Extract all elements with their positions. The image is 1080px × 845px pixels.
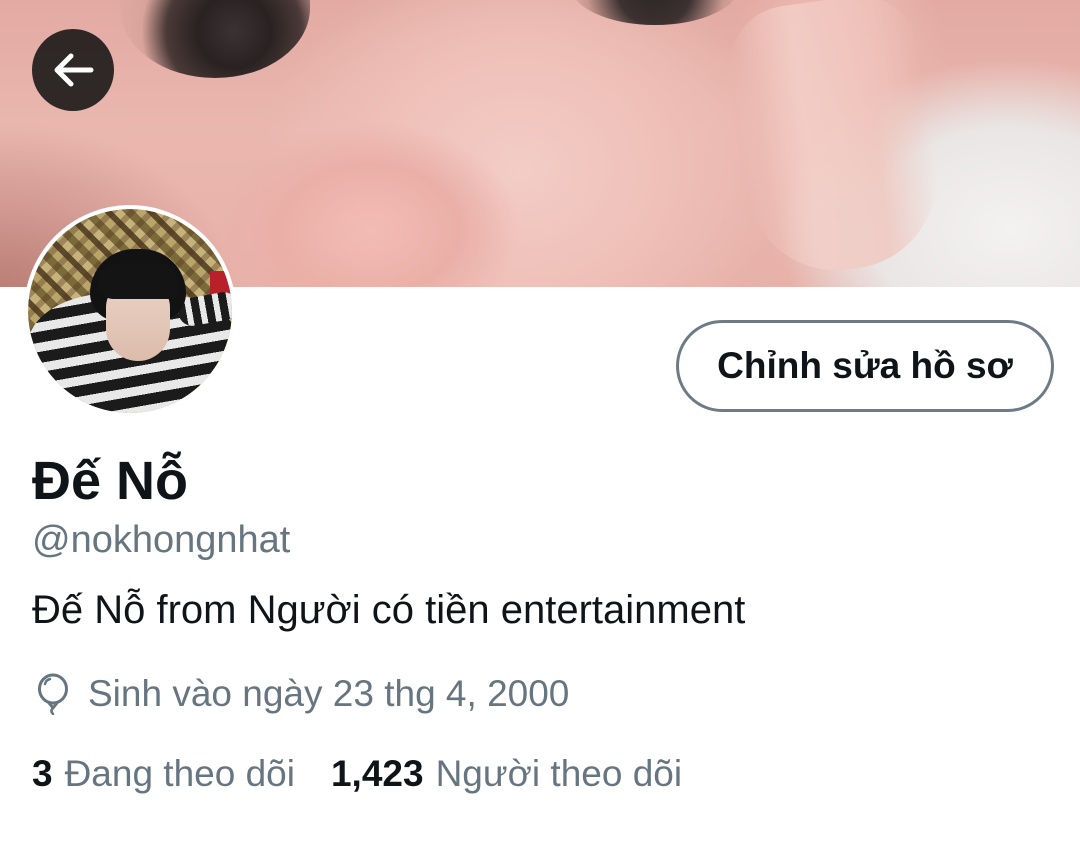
banner-finger — [722, 0, 948, 282]
follow-stats: 3 Đang theo dõi 1,423 Người theo dõi — [32, 748, 682, 800]
birth-date-row: Sinh vào ngày 23 thg 4, 2000 — [32, 668, 569, 720]
followers-count: 1,423 — [330, 753, 424, 794]
followers-stat[interactable]: 1,423 Người theo dõi — [331, 753, 682, 795]
arrow-left-icon — [54, 53, 94, 87]
avatar-red-tag — [210, 271, 230, 295]
user-handle: @nokhongnhat — [32, 519, 291, 561]
banner-eye-right — [570, 0, 740, 25]
avatar-fringe — [98, 263, 178, 299]
balloon-icon — [32, 671, 74, 717]
profile-bio: Đế Nỗ from Người có tiền entertainment — [32, 588, 746, 632]
following-label: Đang theo dõi — [64, 753, 295, 794]
profile-avatar[interactable] — [24, 205, 236, 417]
following-count: 3 — [32, 753, 53, 794]
birth-date-text: Sinh vào ngày 23 thg 4, 2000 — [88, 673, 570, 714]
following-stat[interactable]: 3 Đang theo dõi — [32, 753, 295, 795]
back-button[interactable] — [32, 29, 114, 111]
banner-eye-left — [120, 0, 310, 78]
followers-label: Người theo dõi — [435, 753, 683, 794]
avatar-image — [28, 209, 232, 413]
profile-page: Chỉnh sửa hồ sơ Đế Nỗ @nokhongnhat Đế Nỗ… — [0, 0, 1080, 845]
display-name: Đế Nỗ — [32, 451, 189, 511]
edit-profile-button[interactable]: Chỉnh sửa hồ sơ — [676, 320, 1054, 412]
